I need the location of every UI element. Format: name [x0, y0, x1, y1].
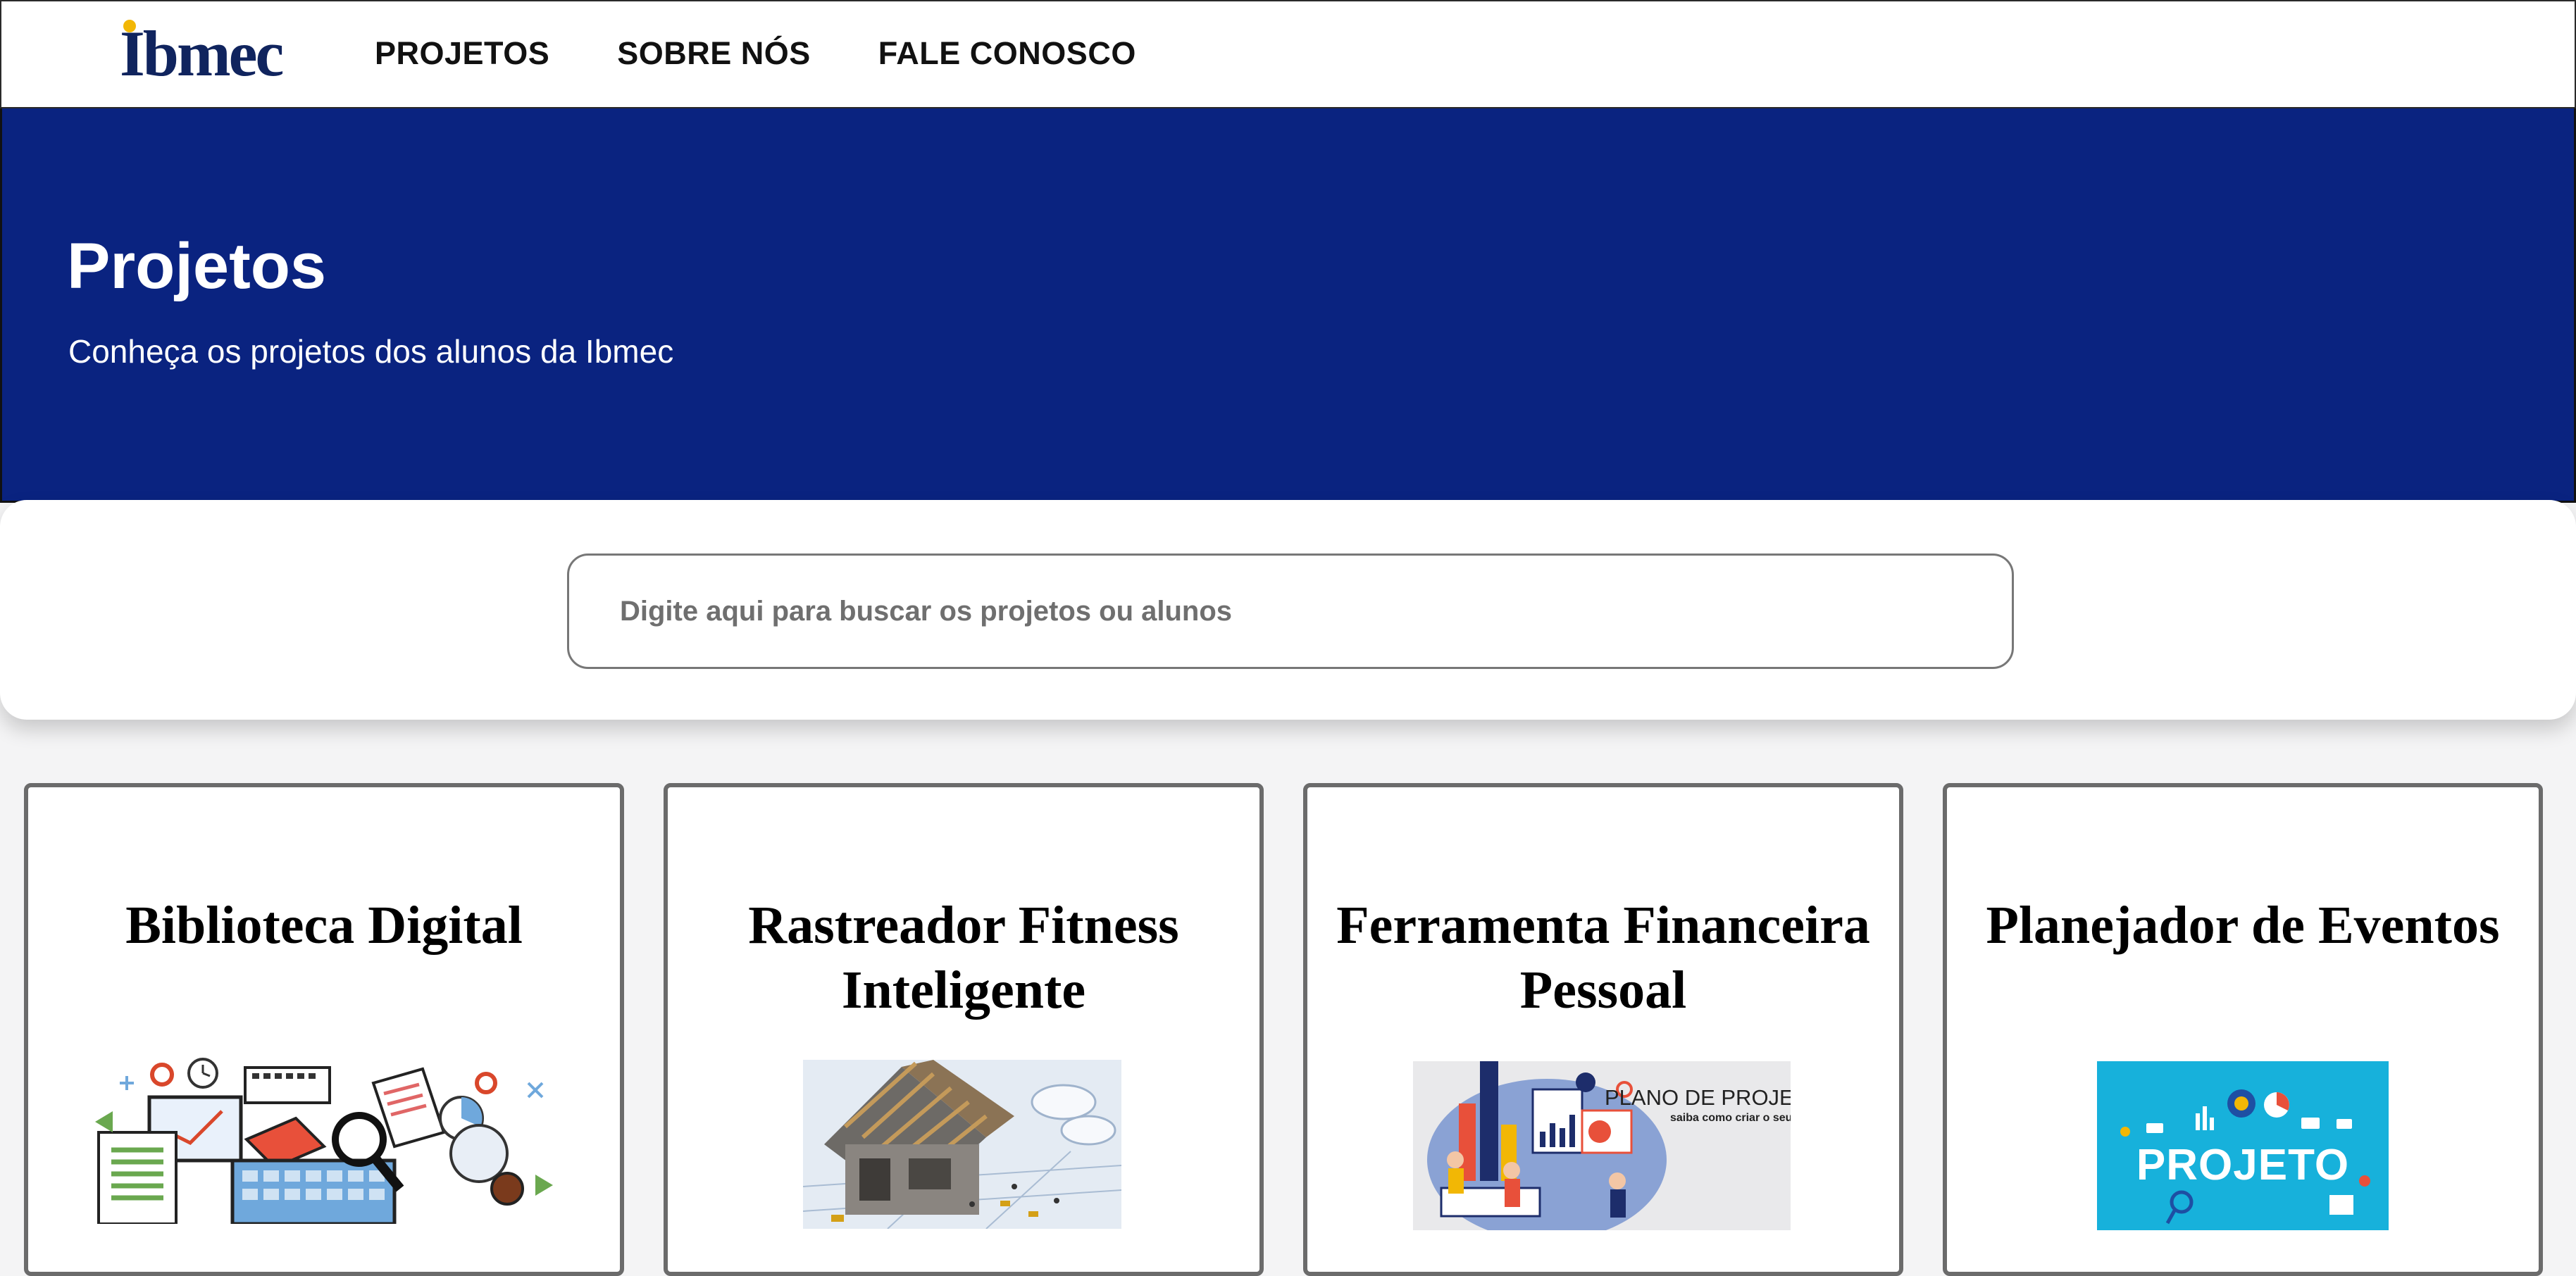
project-cards: Biblioteca Digital Rastreador Fitness In…	[0, 783, 2576, 1276]
nav-link-projetos[interactable]: PROJETOS	[375, 35, 549, 72]
project-title-line: Planejador de Eventos	[1986, 896, 2500, 955]
digital-library-image	[85, 1055, 571, 1224]
project-title-line: Biblioteca Digital	[125, 896, 523, 955]
project-title: Rastreador Fitness Inteligente	[682, 893, 1245, 1022]
nav-link-sobre-nos[interactable]: SOBRE NÓS	[617, 35, 811, 72]
ibmec-logo[interactable]: Ibmec	[120, 14, 296, 92]
hero-banner: Projetos Conheça os projetos dos alunos …	[0, 108, 2576, 503]
project-title: Biblioteca Digital	[42, 893, 606, 958]
search-panel	[0, 500, 2576, 720]
page-subtitle: Conheça os projetos dos alunos da Ibmec	[68, 333, 674, 370]
project-title-line: Pessoal	[1519, 961, 1687, 1020]
project-card[interactable]: Ferramenta Financeira Pessoal PLANO DE P…	[1303, 783, 1903, 1276]
project-plan-subcaption: saiba como criar o seu	[1670, 1112, 1791, 1124]
project-title-line: Inteligente	[841, 961, 1086, 1020]
navbar: Ibmec PROJETOS SOBRE NÓS FALE CONOSCO	[0, 0, 2576, 108]
project-banner-caption: PROJETO	[2136, 1141, 2350, 1189]
project-title-line: Rastreador Fitness	[748, 896, 1179, 955]
project-title-line: Ferramenta Financeira	[1336, 896, 1870, 955]
search-input[interactable]	[567, 553, 2014, 669]
project-card[interactable]: Biblioteca Digital	[24, 783, 624, 1276]
nav-link-fale-conosco[interactable]: FALE CONOSCO	[878, 35, 1136, 72]
project-card[interactable]: Planejador de Eventos PROJETO	[1943, 783, 2543, 1276]
project-plan-image: PLANO DE PROJETO: saiba como criar o seu	[1413, 1061, 1791, 1230]
house-construction-image	[803, 1060, 1121, 1229]
project-plan-caption: PLANO DE PROJETO:	[1605, 1085, 1791, 1110]
project-title: Ferramenta Financeira Pessoal	[1321, 893, 1885, 1022]
project-banner-image: PROJETO	[2097, 1061, 2389, 1230]
logo-text: Ibmec	[120, 18, 284, 89]
project-card[interactable]: Rastreador Fitness Inteligente	[664, 783, 1264, 1276]
main-nav: PROJETOS SOBRE NÓS FALE CONOSCO	[375, 35, 1136, 72]
project-title: Planejador de Eventos	[1961, 893, 2525, 958]
page-title: Projetos	[67, 230, 327, 302]
